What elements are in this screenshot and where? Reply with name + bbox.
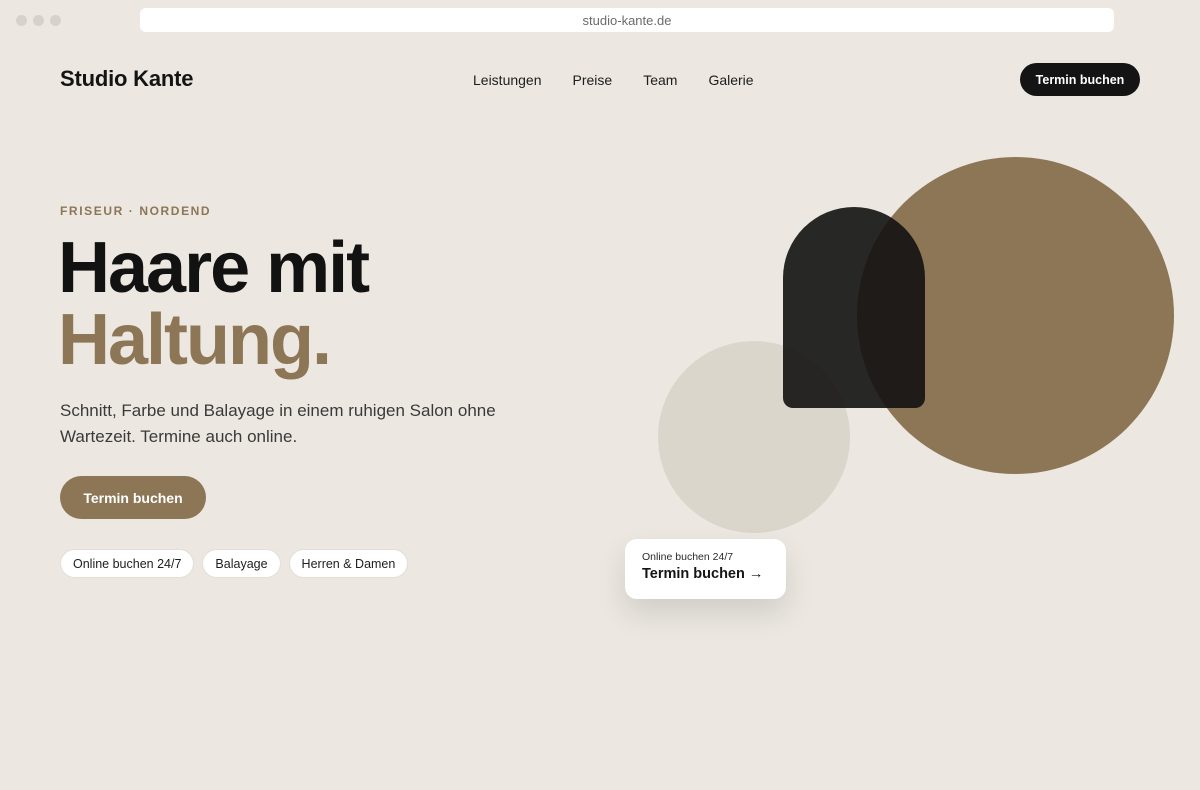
chip-herren-damen: Herren & Damen [288,549,409,578]
hero-eyebrow: FRISEUR · NORDEND [60,204,212,218]
hero-book-button-label: Termin buchen [83,489,183,506]
arrow-right-icon: → [748,566,764,582]
window-maximize-dot[interactable] [50,15,61,26]
decor-circle-brown [857,157,1174,474]
chip-online-booking: Online buchen 24/7 [60,549,195,578]
address-bar-url: studio-kante.de [582,12,672,28]
hero-art: Online buchen 24/7 Termin buchen → [0,0,1200,790]
address-bar[interactable]: studio-kante.de [140,8,1114,32]
booking-card-action-text: Termin buchen [642,566,745,582]
booking-card-label: Online buchen 24/7 [642,551,734,563]
hero-headline-line2: Haltung. [58,300,332,380]
header-book-button[interactable]: Termin buchen [1020,63,1140,96]
chip-balayage: Balayage [202,549,281,578]
hero-book-button[interactable]: Termin buchen [60,476,206,519]
decor-arch [783,207,925,408]
hero-headline-line1: Haare mit [58,228,370,308]
browser-chrome: studio-kante.de [0,0,1200,40]
feature-chips: Online buchen 24/7 Balayage Herren & Dam… [60,549,409,578]
hero-lead: Schnitt, Farbe und Balayage in einem ruh… [60,401,496,446]
site-logo[interactable]: Studio Kante [60,66,193,92]
decor-circle-light [658,341,850,533]
window-close-dot[interactable] [16,15,27,26]
booking-card-action: Termin buchen → [642,566,786,582]
booking-card[interactable]: Online buchen 24/7 Termin buchen → [625,539,786,599]
nav-item-preise[interactable]: Preise [573,72,613,88]
nav-item-team[interactable]: Team [643,72,677,88]
hero-headline: Haare mit Haltung. [58,228,370,380]
header-book-button-label: Termin buchen [1035,72,1125,87]
nav-item-galerie[interactable]: Galerie [708,72,753,88]
window-minimize-dot[interactable] [33,15,44,26]
main-nav: Leistungen Preise Team Galerie [473,72,754,88]
window-controls [16,15,61,26]
nav-item-leistungen[interactable]: Leistungen [473,72,542,88]
